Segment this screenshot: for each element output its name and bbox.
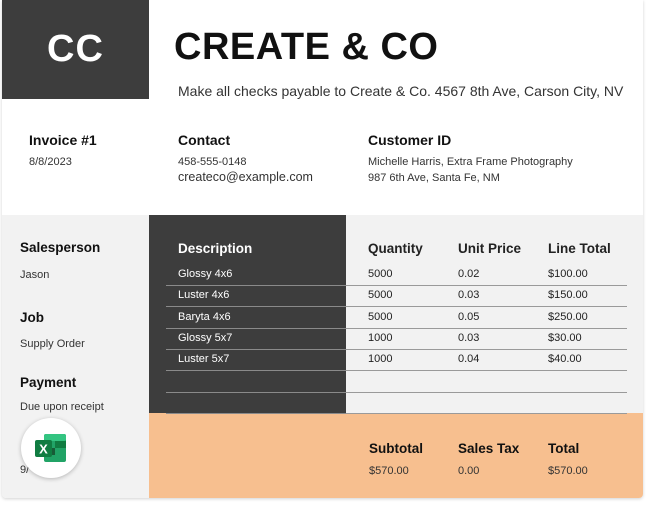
job-label: Job bbox=[20, 310, 45, 325]
total-value: $570.00 bbox=[548, 465, 588, 477]
row-divider bbox=[166, 306, 346, 308]
cell-quantity: 5000 bbox=[368, 310, 393, 323]
salesperson-label: Salesperson bbox=[20, 240, 101, 255]
company-logo: CC bbox=[2, 0, 149, 99]
header-quantity: Quantity bbox=[368, 241, 423, 256]
sales-tax-value: 0.00 bbox=[458, 465, 480, 477]
cell-unit-price: 0.03 bbox=[458, 331, 480, 344]
cell-quantity: 1000 bbox=[368, 353, 393, 366]
salesperson-value: Jason bbox=[20, 269, 50, 281]
excel-app-badge[interactable]: X bbox=[21, 418, 81, 478]
cell-quantity: 5000 bbox=[368, 268, 393, 280]
row-divider bbox=[346, 348, 627, 350]
subtotal-label: Subtotal bbox=[369, 441, 423, 456]
cell-line-total: $250.00 bbox=[548, 310, 588, 323]
row-divider bbox=[346, 285, 627, 286]
cell-unit-price: 0.02 bbox=[458, 268, 480, 280]
row-divider bbox=[346, 391, 627, 393]
row-divider bbox=[346, 306, 627, 308]
cell-description: Luster 4x6 bbox=[178, 289, 230, 302]
total-label: Total bbox=[548, 441, 580, 456]
cell-unit-price: 0.03 bbox=[458, 289, 480, 302]
customer-id-label: Customer ID bbox=[368, 132, 452, 148]
cell-unit-price: 0.05 bbox=[458, 310, 480, 323]
invoice-label: Invoice #1 bbox=[29, 132, 97, 148]
cell-description: Luster 5x7 bbox=[178, 353, 230, 366]
row-divider bbox=[166, 348, 346, 350]
excel-icon: X bbox=[35, 434, 66, 462]
cell-description: Glossy 4x6 bbox=[178, 268, 233, 280]
contact-label: Contact bbox=[178, 132, 231, 148]
sales-tax-label: Sales Tax bbox=[458, 441, 520, 456]
row-divider bbox=[166, 327, 346, 329]
row-divider bbox=[346, 412, 627, 414]
subtotal-value: $570.00 bbox=[369, 465, 409, 477]
row-divider bbox=[346, 327, 627, 329]
cell-description: Glossy 5x7 bbox=[178, 331, 233, 344]
row-divider bbox=[166, 412, 346, 414]
cell-line-total: $30.00 bbox=[548, 331, 582, 344]
row-divider bbox=[166, 285, 346, 286]
contact-phone: 458-555-0148 bbox=[178, 156, 247, 168]
header-unit-price: Unit Price bbox=[458, 241, 522, 256]
company-tagline: Make all checks payable to Create & Co. … bbox=[178, 83, 624, 99]
payment-label: Payment bbox=[20, 375, 77, 390]
cell-description: Baryta 4x6 bbox=[178, 310, 231, 323]
header-description: Description bbox=[178, 241, 253, 256]
header-line-total: Line Total bbox=[548, 241, 611, 256]
customer-address: 987 6th Ave, Santa Fe, NM bbox=[368, 172, 500, 184]
excel-letter: X bbox=[39, 442, 48, 457]
payment-value: Due upon receipt bbox=[20, 401, 104, 413]
row-divider bbox=[166, 391, 346, 393]
cell-unit-price: 0.04 bbox=[458, 353, 480, 366]
cell-line-total: $100.00 bbox=[548, 268, 588, 280]
job-value: Supply Order bbox=[20, 338, 85, 350]
invoice-date: 8/8/2023 bbox=[29, 156, 72, 168]
cell-line-total: $150.00 bbox=[548, 289, 588, 302]
cell-quantity: 5000 bbox=[368, 289, 393, 302]
cell-line-total: $40.00 bbox=[548, 353, 582, 366]
row-divider bbox=[166, 370, 346, 372]
cell-quantity: 1000 bbox=[368, 331, 393, 344]
row-divider bbox=[346, 370, 627, 372]
contact-email: createco@example.com bbox=[178, 170, 313, 184]
customer-name: Michelle Harris, Extra Frame Photography bbox=[368, 156, 573, 168]
invoice-template: CC CREATE & CO Make all checks payable t… bbox=[2, 0, 643, 498]
company-name: CREATE & CO bbox=[174, 26, 439, 68]
